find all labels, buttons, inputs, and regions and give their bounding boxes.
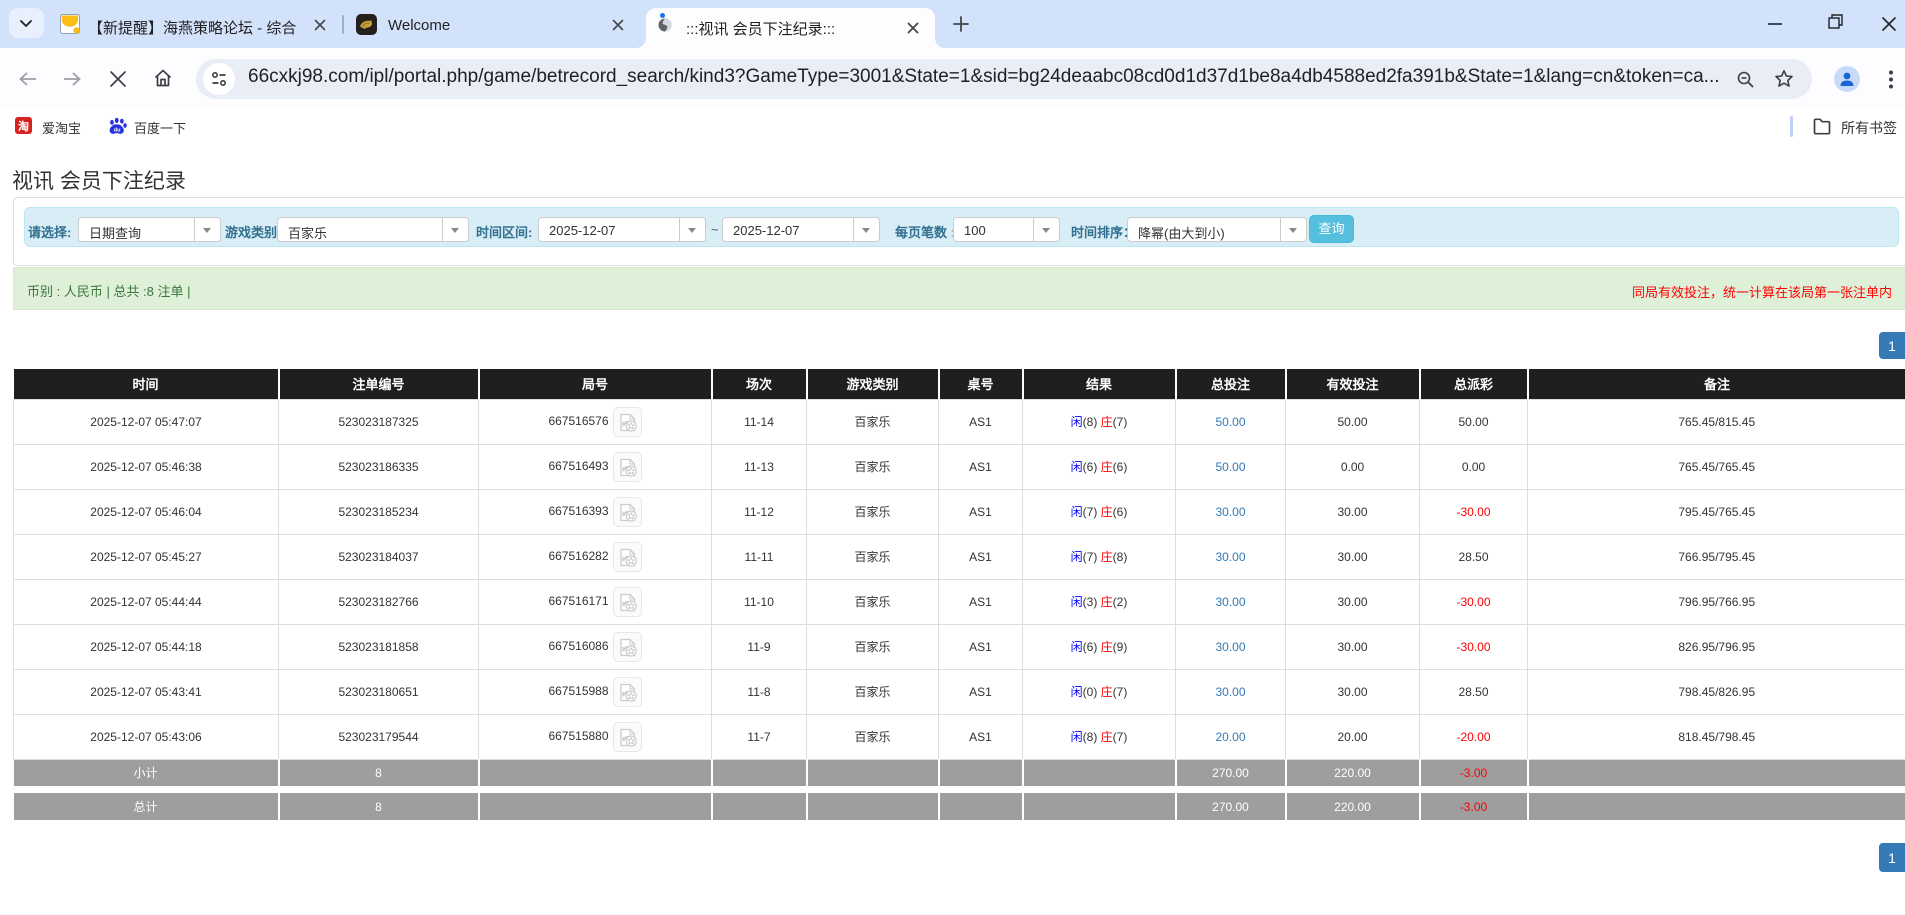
svg-text:du: du xyxy=(114,127,121,133)
svg-text:淘: 淘 xyxy=(18,119,29,133)
